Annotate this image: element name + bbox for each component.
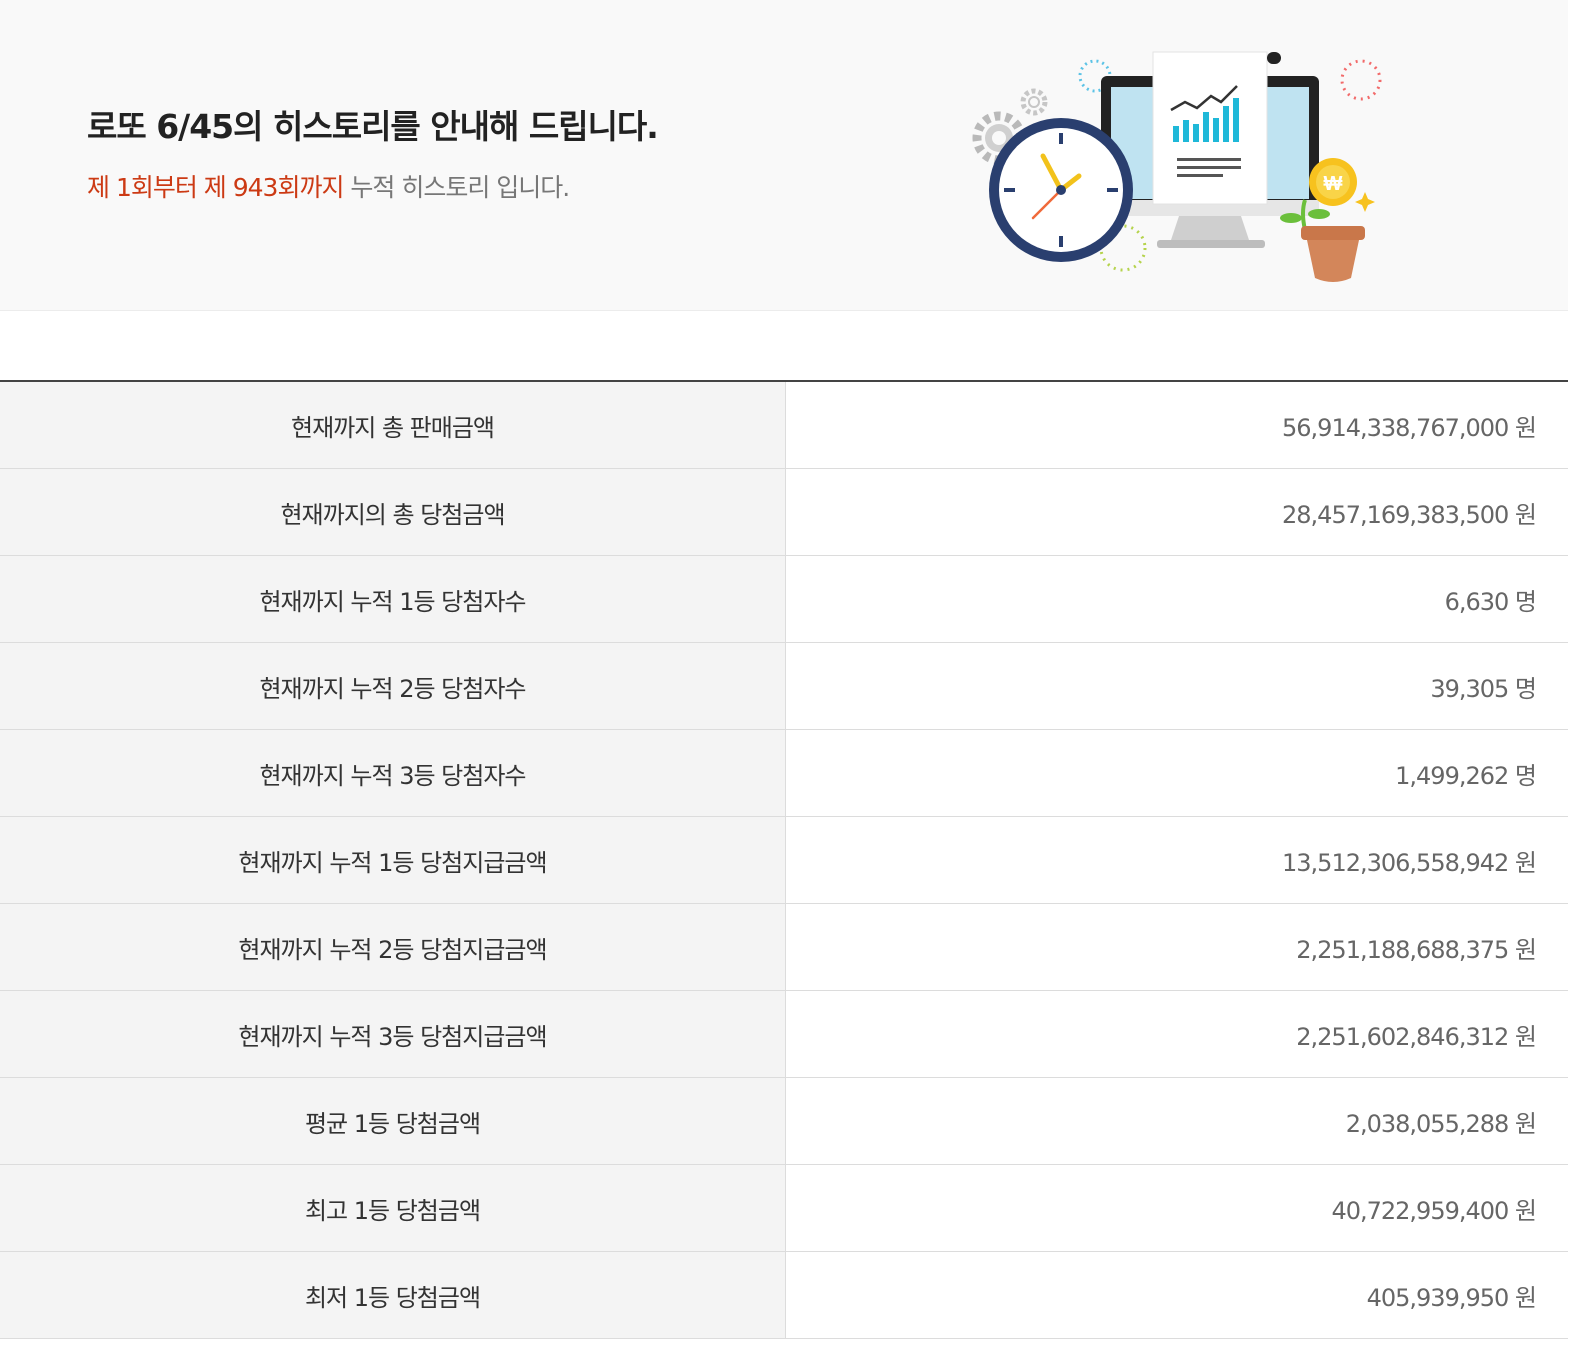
stat-value: 40,722,959,400 원 xyxy=(785,1164,1568,1252)
stat-value: 2,038,055,288 원 xyxy=(785,1077,1568,1165)
table-row: 평균 1등 당첨금액 2,038,055,288 원 xyxy=(0,1077,1568,1165)
stat-label: 현재까지 누적 1등 당첨지급금액 xyxy=(0,816,786,904)
report-document-icon xyxy=(1152,51,1281,205)
lotto-history-illustration-icon: ₩ xyxy=(972,51,1382,282)
stat-label: 최저 1등 당첨금액 xyxy=(0,1251,786,1339)
subtitle-range-highlight: 제 1회부터 제 943회까지 xyxy=(87,173,344,202)
table-row: 현재까지 누적 3등 당첨지급금액 2,251,602,846,312 원 xyxy=(0,990,1568,1078)
table-row: 현재까지 누적 3등 당첨자수 1,499,262 명 xyxy=(0,729,1568,817)
stat-label: 현재까지의 총 당첨금액 xyxy=(0,468,786,556)
stat-value: 39,305 명 xyxy=(785,642,1568,730)
stat-label: 현재까지 누적 3등 당첨자수 xyxy=(0,729,786,817)
page-subtitle: 제 1회부터 제 943회까지 누적 히스토리 입니다. xyxy=(87,168,570,204)
table-row: 최저 1등 당첨금액 405,939,950 원 xyxy=(0,1251,1568,1339)
table-row: 현재까지의 총 당첨금액 28,457,169,383,500 원 xyxy=(0,468,1568,556)
table-row: 최고 1등 당첨금액 40,722,959,400 원 xyxy=(0,1164,1568,1252)
table-row: 현재까지 누적 1등 당첨지급금액 13,512,306,558,942 원 xyxy=(0,816,1568,904)
sparkle-red-icon xyxy=(1340,59,1382,101)
stat-label: 현재까지 누적 3등 당첨지급금액 xyxy=(0,990,786,1078)
clock-icon xyxy=(989,118,1133,262)
stat-label: 현재까지 누적 1등 당첨자수 xyxy=(0,555,786,643)
stat-value: 2,251,602,846,312 원 xyxy=(785,990,1568,1078)
table-row: 현재까지 총 판매금액 56,914,338,767,000 원 xyxy=(0,381,1568,469)
stat-value: 1,499,262 명 xyxy=(785,729,1568,817)
stat-label: 현재까지 총 판매금액 xyxy=(0,381,786,469)
lotto-history-stats-table: 현재까지 총 판매금액 56,914,338,767,000 원 현재까지의 총 당… xyxy=(0,380,1568,1339)
stat-value: 28,457,169,383,500 원 xyxy=(785,468,1568,556)
stat-value: 56,914,338,767,000 원 xyxy=(785,381,1568,469)
stat-label: 최고 1등 당첨금액 xyxy=(0,1164,786,1252)
table-row: 현재까지 누적 2등 당첨지급금액 2,251,188,688,375 원 xyxy=(0,903,1568,991)
stat-label: 평균 1등 당첨금액 xyxy=(0,1077,786,1165)
subtitle-rest: 누적 히스토리 입니다. xyxy=(343,173,570,202)
won-coin-symbol: ₩ xyxy=(1324,173,1343,195)
page-edge xyxy=(1568,0,1582,1350)
history-banner: 로또 6/45의 히스토리를 안내해 드립니다. 제 1회부터 제 943회까지… xyxy=(0,0,1582,311)
table-row: 현재까지 누적 1등 당첨자수 6,630 명 xyxy=(0,555,1568,643)
page-title: 로또 6/45의 히스토리를 안내해 드립니다. xyxy=(87,107,659,146)
stat-value: 2,251,188,688,375 원 xyxy=(785,903,1568,991)
stat-label: 현재까지 누적 2등 당첨자수 xyxy=(0,642,786,730)
stat-label: 현재까지 누적 2등 당첨지급금액 xyxy=(0,903,786,991)
gear-small-icon xyxy=(1020,88,1048,116)
stat-value: 6,630 명 xyxy=(785,555,1568,643)
stat-value: 13,512,306,558,942 원 xyxy=(785,816,1568,904)
stat-value: 405,939,950 원 xyxy=(785,1251,1568,1339)
table-row: 현재까지 누적 2등 당첨자수 39,305 명 xyxy=(0,642,1568,730)
